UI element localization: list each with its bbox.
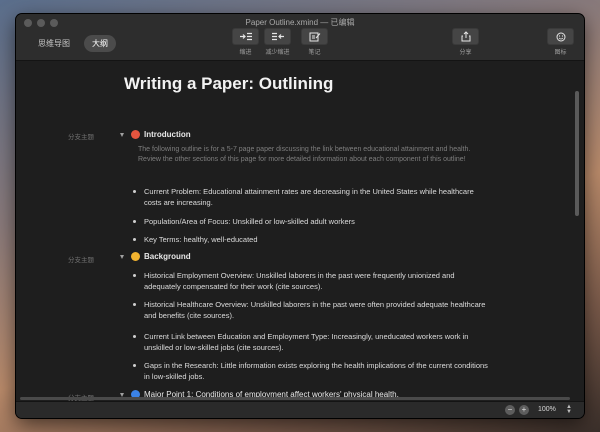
note-edit-icon bbox=[309, 32, 320, 41]
view-switcher: 思维导图 大纲 bbox=[30, 35, 116, 52]
notes-label: 笔记 bbox=[308, 50, 321, 56]
outdent-tool[interactable]: 减少缩进 bbox=[264, 28, 291, 56]
icons-label: 图标 bbox=[554, 50, 567, 56]
share-tool[interactable]: 分享 bbox=[452, 28, 479, 56]
smiley-icon bbox=[556, 32, 565, 41]
bullet-icon bbox=[133, 303, 136, 306]
topic-label[interactable]: Background bbox=[144, 252, 191, 261]
status-bar: − + 100% ▲ ▼ bbox=[16, 401, 584, 418]
list-item-text: Gaps in the Research: Little information… bbox=[144, 361, 488, 381]
outline-editor[interactable]: Writing a Paper: Outlining 分支主题 Introduc… bbox=[16, 61, 584, 401]
list-item[interactable]: Historical Employment Overview: Unskille… bbox=[133, 270, 488, 292]
bullet-icon bbox=[133, 190, 136, 193]
topic-background[interactable]: Background bbox=[120, 252, 191, 261]
title-bar: Paper Outline.xmind — 已编辑 思维导图 大纲 缩进 减少缩 bbox=[16, 14, 584, 61]
share-icon bbox=[461, 31, 470, 42]
vertical-scrollbar[interactable] bbox=[575, 91, 579, 216]
red-marker-icon bbox=[131, 130, 140, 139]
list-item-text: Key Terms: healthy, well-educated bbox=[144, 235, 258, 244]
notes-tool[interactable]: 笔记 bbox=[301, 28, 328, 56]
zoom-in-button[interactable]: + bbox=[519, 405, 529, 415]
indent-label: 缩进 bbox=[239, 50, 252, 56]
list-item[interactable]: Current Problem: Educational attainment … bbox=[133, 186, 488, 208]
indent-icon bbox=[239, 32, 252, 41]
outdent-icon bbox=[271, 32, 284, 41]
app-window: Paper Outline.xmind — 已编辑 思维导图 大纲 缩进 减少缩 bbox=[16, 14, 584, 418]
branch-topic-label: 分支主题 bbox=[68, 134, 94, 141]
list-item[interactable]: Current Link between Education and Emplo… bbox=[133, 331, 488, 353]
share-button[interactable] bbox=[452, 28, 479, 45]
mind-map-view-tab[interactable]: 思维导图 bbox=[30, 35, 78, 52]
collapse-chevron-icon[interactable] bbox=[120, 132, 124, 137]
list-item-text: Historical Employment Overview: Unskille… bbox=[144, 271, 455, 291]
notes-button[interactable] bbox=[301, 28, 328, 45]
zoom-level[interactable]: 100% bbox=[538, 406, 556, 413]
outline-view-tab[interactable]: 大纲 bbox=[84, 35, 116, 52]
yellow-marker-icon bbox=[131, 252, 140, 261]
share-label: 分享 bbox=[459, 50, 472, 56]
bullet-icon bbox=[133, 364, 136, 367]
topic-label[interactable]: Introduction bbox=[144, 130, 191, 139]
list-item-text: Current Problem: Educational attainment … bbox=[144, 187, 474, 207]
list-item-text: Population/Area of Focus: Unskilled or l… bbox=[144, 217, 355, 226]
indent-button[interactable] bbox=[232, 28, 259, 45]
icons-button[interactable] bbox=[547, 28, 574, 45]
branch-topic-label: 分支主题 bbox=[68, 257, 94, 264]
zoom-stepper-icon[interactable]: ▲ ▼ bbox=[566, 404, 572, 415]
collapse-chevron-icon[interactable] bbox=[120, 254, 124, 259]
bullet-icon bbox=[133, 335, 136, 338]
list-item[interactable]: Key Terms: healthy, well-educated bbox=[133, 234, 488, 245]
bullet-icon bbox=[133, 220, 136, 223]
outdent-button[interactable] bbox=[264, 28, 291, 45]
bullet-icon bbox=[133, 238, 136, 241]
zoom-out-button[interactable]: − bbox=[505, 405, 515, 415]
collapse-chevron-icon[interactable] bbox=[120, 392, 124, 397]
topic-introduction[interactable]: Introduction bbox=[120, 130, 191, 139]
document-title[interactable]: Writing a Paper: Outlining bbox=[124, 74, 333, 94]
outdent-label: 减少缩进 bbox=[265, 50, 290, 56]
list-item[interactable]: Population/Area of Focus: Unskilled or l… bbox=[133, 216, 488, 227]
window-title: Paper Outline.xmind — 已编辑 bbox=[245, 18, 355, 27]
list-item-text: Current Link between Education and Emplo… bbox=[144, 332, 469, 352]
list-item[interactable]: Gaps in the Research: Little information… bbox=[133, 360, 488, 382]
list-item-text: Historical Healthcare Overview: Unskille… bbox=[144, 300, 486, 320]
bullet-icon bbox=[133, 274, 136, 277]
list-item[interactable]: Historical Healthcare Overview: Unskille… bbox=[133, 299, 488, 321]
horizontal-scrollbar[interactable] bbox=[20, 397, 570, 400]
indent-tool[interactable]: 缩进 bbox=[232, 28, 259, 56]
topic-note[interactable]: The following outline is for a 5-7 page … bbox=[138, 145, 493, 165]
icons-tool[interactable]: 图标 bbox=[547, 28, 574, 56]
